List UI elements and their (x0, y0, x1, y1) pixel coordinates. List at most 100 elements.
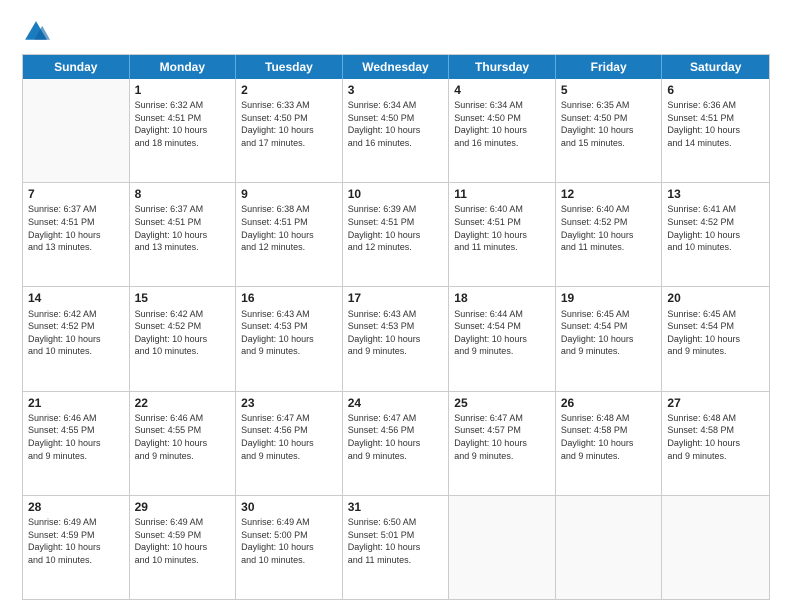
header (22, 18, 770, 46)
day-number: 15 (135, 290, 231, 306)
calendar-cell: 1Sunrise: 6:32 AM Sunset: 4:51 PM Daylig… (130, 79, 237, 182)
calendar-cell: 2Sunrise: 6:33 AM Sunset: 4:50 PM Daylig… (236, 79, 343, 182)
calendar-cell: 28Sunrise: 6:49 AM Sunset: 4:59 PM Dayli… (23, 496, 130, 599)
day-info: Sunrise: 6:46 AM Sunset: 4:55 PM Dayligh… (28, 412, 124, 462)
day-number: 3 (348, 82, 444, 98)
calendar-cell: 16 Sunrise: 6:43 AM Sunset: 4:53 PM Dayli… (236, 287, 343, 390)
calendar-cell (662, 496, 769, 599)
calendar-cell: 21Sunrise: 6:46 AM Sunset: 4:55 PM Dayli… (23, 392, 130, 495)
day-info: Sunrise: 6:43 AM Sunset: 4:53 PM Dayligh… (241, 308, 337, 358)
calendar-cell: 20 Sunrise: 6:45 AM Sunset: 4:54 PM Dayli… (662, 287, 769, 390)
calendar-cell (556, 496, 663, 599)
calendar-cell: 29Sunrise: 6:49 AM Sunset: 4:59 PM Dayli… (130, 496, 237, 599)
day-info: Sunrise: 6:41 AM Sunset: 4:52 PM Dayligh… (667, 203, 764, 253)
calendar-cell (23, 79, 130, 182)
day-info: Sunrise: 6:34 AM Sunset: 4:50 PM Dayligh… (454, 99, 550, 149)
calendar-cell: 15 Sunrise: 6:42 AM Sunset: 4:52 PM Dayli… (130, 287, 237, 390)
day-info: Sunrise: 6:33 AM Sunset: 4:50 PM Dayligh… (241, 99, 337, 149)
header-day-tuesday: Tuesday (236, 55, 343, 79)
header-day-monday: Monday (130, 55, 237, 79)
calendar-cell: 23Sunrise: 6:47 AM Sunset: 4:56 PM Dayli… (236, 392, 343, 495)
day-info: Sunrise: 6:46 AM Sunset: 4:55 PM Dayligh… (135, 412, 231, 462)
day-info: Sunrise: 6:42 AM Sunset: 4:52 PM Dayligh… (135, 308, 231, 358)
day-info: Sunrise: 6:43 AM Sunset: 4:53 PM Dayligh… (348, 308, 444, 358)
calendar-cell: 8Sunrise: 6:37 AM Sunset: 4:51 PM Daylig… (130, 183, 237, 286)
day-info: Sunrise: 6:48 AM Sunset: 4:58 PM Dayligh… (667, 412, 764, 462)
day-info: Sunrise: 6:49 AM Sunset: 4:59 PM Dayligh… (28, 516, 124, 566)
day-number: 16 (241, 290, 337, 306)
day-number: 10 (348, 186, 444, 202)
header-day-thursday: Thursday (449, 55, 556, 79)
day-info: Sunrise: 6:50 AM Sunset: 5:01 PM Dayligh… (348, 516, 444, 566)
calendar-cell: 3Sunrise: 6:34 AM Sunset: 4:50 PM Daylig… (343, 79, 450, 182)
calendar-cell: 19 Sunrise: 6:45 AM Sunset: 4:54 PM Dayli… (556, 287, 663, 390)
day-info: Sunrise: 6:38 AM Sunset: 4:51 PM Dayligh… (241, 203, 337, 253)
calendar-cell: 24Sunrise: 6:47 AM Sunset: 4:56 PM Dayli… (343, 392, 450, 495)
calendar-cell: 9Sunrise: 6:38 AM Sunset: 4:51 PM Daylig… (236, 183, 343, 286)
day-info: Sunrise: 6:48 AM Sunset: 4:58 PM Dayligh… (561, 412, 657, 462)
day-number: 22 (135, 395, 231, 411)
calendar-cell: 12Sunrise: 6:40 AM Sunset: 4:52 PM Dayli… (556, 183, 663, 286)
day-info: Sunrise: 6:47 AM Sunset: 4:56 PM Dayligh… (348, 412, 444, 462)
calendar-cell: 17 Sunrise: 6:43 AM Sunset: 4:53 PM Dayli… (343, 287, 450, 390)
day-number: 9 (241, 186, 337, 202)
calendar-body: 1Sunrise: 6:32 AM Sunset: 4:51 PM Daylig… (23, 79, 769, 599)
calendar-cell: 6Sunrise: 6:36 AM Sunset: 4:51 PM Daylig… (662, 79, 769, 182)
day-number: 5 (561, 82, 657, 98)
calendar: SundayMondayTuesdayWednesdayThursdayFrid… (22, 54, 770, 600)
day-number: 25 (454, 395, 550, 411)
day-number: 23 (241, 395, 337, 411)
day-info: Sunrise: 6:37 AM Sunset: 4:51 PM Dayligh… (28, 203, 124, 253)
day-number: 24 (348, 395, 444, 411)
page: SundayMondayTuesdayWednesdayThursdayFrid… (0, 0, 792, 612)
calendar-row-3: 21Sunrise: 6:46 AM Sunset: 4:55 PM Dayli… (23, 391, 769, 495)
calendar-cell: 11Sunrise: 6:40 AM Sunset: 4:51 PM Dayli… (449, 183, 556, 286)
day-number: 12 (561, 186, 657, 202)
calendar-cell: 26Sunrise: 6:48 AM Sunset: 4:58 PM Dayli… (556, 392, 663, 495)
day-number: 28 (28, 499, 124, 515)
calendar-cell: 5Sunrise: 6:35 AM Sunset: 4:50 PM Daylig… (556, 79, 663, 182)
day-info: Sunrise: 6:49 AM Sunset: 5:00 PM Dayligh… (241, 516, 337, 566)
header-day-saturday: Saturday (662, 55, 769, 79)
day-info: Sunrise: 6:34 AM Sunset: 4:50 PM Dayligh… (348, 99, 444, 149)
day-number: 27 (667, 395, 764, 411)
calendar-cell: 7Sunrise: 6:37 AM Sunset: 4:51 PM Daylig… (23, 183, 130, 286)
day-number: 20 (667, 290, 764, 306)
day-info: Sunrise: 6:35 AM Sunset: 4:50 PM Dayligh… (561, 99, 657, 149)
day-number: 2 (241, 82, 337, 98)
day-number: 17 (348, 290, 444, 306)
day-number: 1 (135, 82, 231, 98)
day-info: Sunrise: 6:45 AM Sunset: 4:54 PM Dayligh… (561, 308, 657, 358)
calendar-cell: 30Sunrise: 6:49 AM Sunset: 5:00 PM Dayli… (236, 496, 343, 599)
header-day-friday: Friday (556, 55, 663, 79)
calendar-cell (449, 496, 556, 599)
day-number: 6 (667, 82, 764, 98)
day-number: 21 (28, 395, 124, 411)
calendar-row-0: 1Sunrise: 6:32 AM Sunset: 4:51 PM Daylig… (23, 79, 769, 182)
day-info: Sunrise: 6:45 AM Sunset: 4:54 PM Dayligh… (667, 308, 764, 358)
calendar-cell: 25Sunrise: 6:47 AM Sunset: 4:57 PM Dayli… (449, 392, 556, 495)
day-number: 26 (561, 395, 657, 411)
calendar-cell: 31Sunrise: 6:50 AM Sunset: 5:01 PM Dayli… (343, 496, 450, 599)
header-day-sunday: Sunday (23, 55, 130, 79)
header-day-wednesday: Wednesday (343, 55, 450, 79)
day-number: 31 (348, 499, 444, 515)
logo-icon (22, 18, 50, 46)
calendar-cell: 27Sunrise: 6:48 AM Sunset: 4:58 PM Dayli… (662, 392, 769, 495)
day-info: Sunrise: 6:42 AM Sunset: 4:52 PM Dayligh… (28, 308, 124, 358)
day-info: Sunrise: 6:49 AM Sunset: 4:59 PM Dayligh… (135, 516, 231, 566)
calendar-row-4: 28Sunrise: 6:49 AM Sunset: 4:59 PM Dayli… (23, 495, 769, 599)
day-number: 19 (561, 290, 657, 306)
day-info: Sunrise: 6:44 AM Sunset: 4:54 PM Dayligh… (454, 308, 550, 358)
day-info: Sunrise: 6:47 AM Sunset: 4:56 PM Dayligh… (241, 412, 337, 462)
calendar-cell: 13Sunrise: 6:41 AM Sunset: 4:52 PM Dayli… (662, 183, 769, 286)
day-number: 8 (135, 186, 231, 202)
day-number: 13 (667, 186, 764, 202)
day-number: 11 (454, 186, 550, 202)
calendar-header: SundayMondayTuesdayWednesdayThursdayFrid… (23, 55, 769, 79)
day-number: 29 (135, 499, 231, 515)
day-info: Sunrise: 6:40 AM Sunset: 4:52 PM Dayligh… (561, 203, 657, 253)
day-info: Sunrise: 6:36 AM Sunset: 4:51 PM Dayligh… (667, 99, 764, 149)
day-info: Sunrise: 6:40 AM Sunset: 4:51 PM Dayligh… (454, 203, 550, 253)
day-number: 30 (241, 499, 337, 515)
